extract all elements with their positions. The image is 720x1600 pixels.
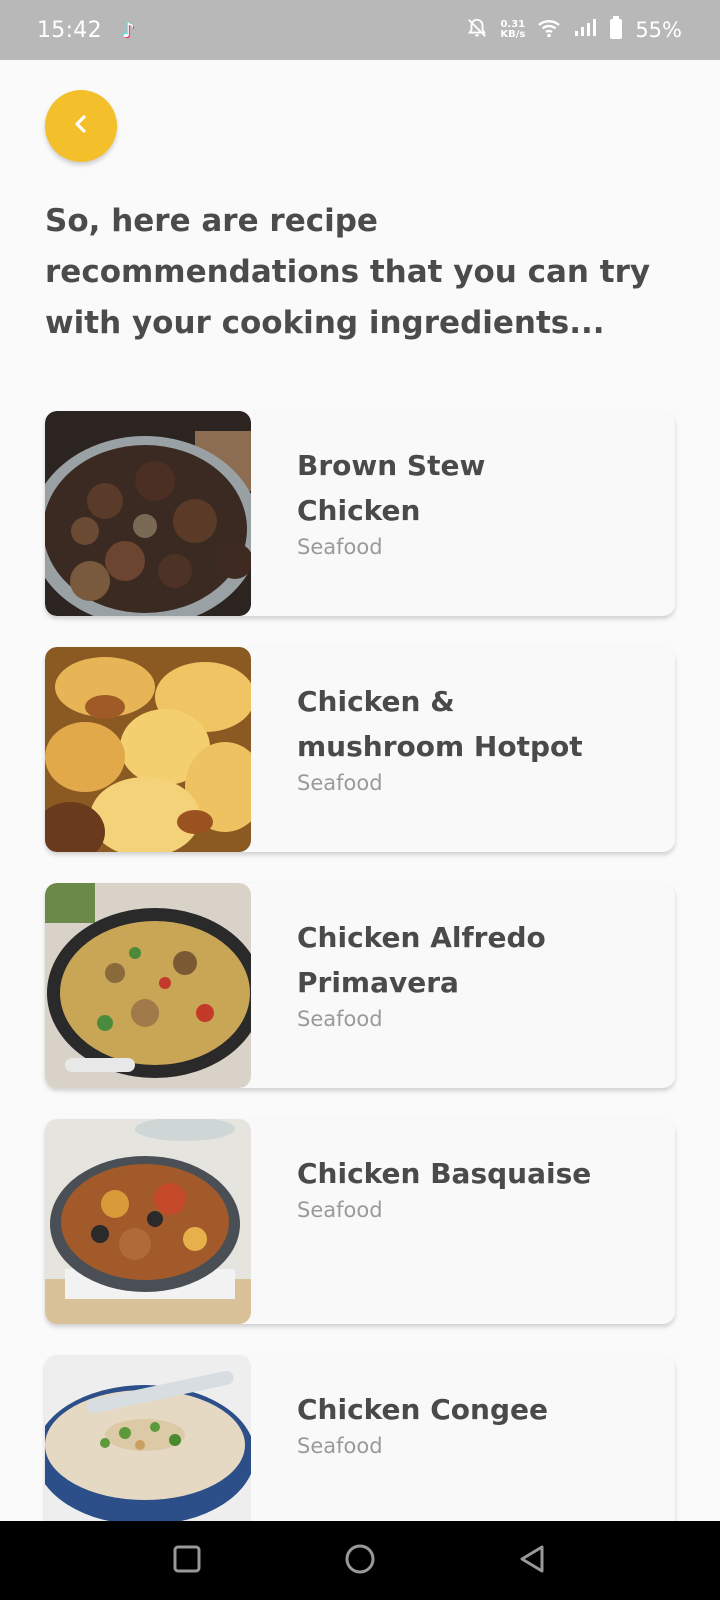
status-left: 15:42 ♪ xyxy=(37,18,135,43)
home-button[interactable] xyxy=(330,1531,390,1591)
alfredo-pasta-photo xyxy=(45,883,251,1088)
recipe-category: Seafood xyxy=(297,1007,383,1031)
navigation-bar xyxy=(0,1521,720,1600)
recipe-info: Chicken & mushroom Hotpot Seafood xyxy=(251,647,597,852)
recents-square-icon xyxy=(172,1544,202,1578)
recipe-info: Brown Stew Chicken Seafood xyxy=(251,411,597,616)
signal-icon xyxy=(573,18,597,43)
battery-icon xyxy=(609,15,623,45)
chevron-left-icon xyxy=(70,113,92,139)
recipe-card[interactable]: Chicken & mushroom Hotpot Seafood xyxy=(45,647,675,852)
recipe-name: Chicken & mushroom Hotpot xyxy=(297,685,583,763)
recipe-card[interactable]: Brown Stew Chicken Seafood xyxy=(45,411,675,616)
status-right: 0.31 KB/s 55% xyxy=(466,15,682,45)
system-back-button[interactable] xyxy=(503,1531,563,1591)
hotpot-photo xyxy=(45,647,251,852)
status-bar: 15:42 ♪ 0.31 KB/s 55% xyxy=(0,0,720,60)
recipe-card[interactable]: Chicken Basquaise Seafood xyxy=(45,1119,675,1324)
recents-button[interactable] xyxy=(157,1531,217,1591)
back-triangle-icon xyxy=(518,1544,548,1578)
net-speed-unit: KB/s xyxy=(500,29,526,40)
bell-off-icon xyxy=(466,17,488,44)
page-title: So, here are recipe recommendations that… xyxy=(45,203,651,341)
recipe-card[interactable]: Chicken Alfredo Primavera Seafood xyxy=(45,883,675,1088)
recipe-category: Seafood xyxy=(297,535,383,559)
net-speed: 0.31 KB/s xyxy=(500,20,525,40)
status-time: 15:42 xyxy=(37,17,102,43)
recipe-name: Chicken Basquaise xyxy=(297,1157,592,1190)
brown-stew-chicken-photo xyxy=(45,411,251,616)
back-button[interactable] xyxy=(45,90,117,162)
basquaise-photo xyxy=(45,1119,251,1324)
battery-percent: 55% xyxy=(635,18,682,42)
recipe-info: Chicken Basquaise Seafood xyxy=(251,1119,597,1324)
recipe-name: Chicken Alfredo Primavera xyxy=(297,921,546,999)
home-circle-icon xyxy=(344,1543,376,1579)
recipe-info: Chicken Alfredo Primavera Seafood xyxy=(251,883,597,1088)
recipe-list: Brown Stew Chicken Seafood Chicken & mus… xyxy=(45,411,675,1591)
wifi-icon xyxy=(537,18,561,43)
recipe-name: Chicken Congee xyxy=(297,1393,548,1426)
recipe-name: Brown Stew Chicken xyxy=(297,449,486,527)
recipe-category: Seafood xyxy=(297,1198,383,1222)
recipe-category: Seafood xyxy=(297,771,383,795)
recipe-category: Seafood xyxy=(297,1434,383,1458)
tiktok-icon: ♪ xyxy=(121,18,135,42)
